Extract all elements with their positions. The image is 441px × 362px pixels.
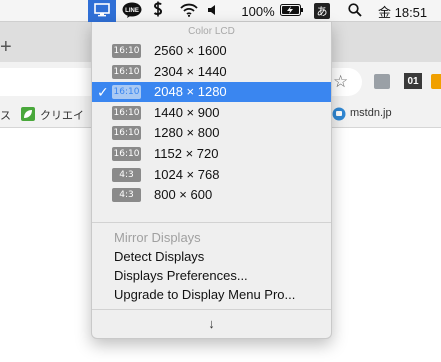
- extension-orange-icon[interactable]: [431, 74, 441, 89]
- input-method-label: あ: [314, 3, 330, 19]
- upgrade-display-menu-pro-item[interactable]: Upgrade to Display Menu Pro...: [114, 286, 329, 304]
- detect-displays-item[interactable]: Detect Displays: [114, 248, 329, 266]
- resolution-label: 800 × 600: [154, 187, 213, 203]
- resolution-label: 1280 × 800: [154, 125, 220, 141]
- resolution-label: 2304 × 1440: [154, 63, 227, 79]
- resolution-item[interactable]: 16:10 1152 × 720: [92, 144, 331, 164]
- resolution-item[interactable]: 16:10 2560 × 1600: [92, 41, 331, 61]
- battery-charging-icon: [280, 3, 304, 19]
- bookmark-partial[interactable]: ス: [0, 107, 11, 123]
- wifi-icon: [180, 3, 198, 20]
- resolution-label: 2560 × 1600: [154, 43, 227, 58]
- extension-chat-icon[interactable]: [374, 74, 390, 89]
- aspect-ratio-badge: 16:10: [112, 126, 141, 141]
- bookmark-mstdn[interactable]: mstdn.jp: [350, 107, 392, 119]
- display-icon: [94, 2, 110, 20]
- aspect-ratio-badge: 16:10: [112, 64, 141, 79]
- input-method-menu-extra[interactable]: あ: [312, 0, 332, 22]
- new-tab-button[interactable]: +: [0, 36, 12, 59]
- bookmark-creator[interactable]: クリエイ: [40, 107, 84, 123]
- resolution-item[interactable]: ✓ 16:10 2048 × 1280: [92, 82, 331, 103]
- mirror-displays-item: Mirror Displays: [114, 230, 201, 245]
- aspect-ratio-badge: 4:3: [112, 167, 141, 182]
- bookmark-star-icon[interactable]: ☆: [333, 72, 348, 92]
- battery-menu-extra[interactable]: [279, 0, 305, 22]
- scroll-down-arrow-icon[interactable]: ↓: [92, 314, 331, 334]
- menubar-clock[interactable]: 金 18:51: [378, 0, 441, 22]
- aspect-ratio-badge: 16:10: [112, 44, 141, 58]
- resolution-label: 2048 × 1280: [154, 84, 227, 100]
- volume-menu-extra[interactable]: [204, 0, 222, 22]
- dollar-icon: [152, 1, 164, 21]
- aspect-ratio-badge: 16:10: [112, 105, 141, 120]
- resolution-item[interactable]: 16:10 1280 × 800: [92, 123, 331, 143]
- display-menu-extra[interactable]: [88, 0, 116, 22]
- spotlight-button[interactable]: [344, 0, 366, 22]
- menu-bar: LINE 100% あ 金 18:51: [0, 0, 441, 22]
- wifi-menu-extra[interactable]: [178, 0, 200, 22]
- aspect-ratio-badge: 16:10: [112, 85, 141, 100]
- line-menu-extra[interactable]: LINE: [121, 0, 143, 22]
- mastodon-icon: [332, 107, 346, 121]
- menu-header-display-name: Color LCD: [188, 26, 235, 37]
- resolution-label: 1152 × 720: [154, 146, 219, 161]
- display-resolution-menu: Color LCD 16:10 2560 × 1600 16:10 2304 × 14…: [91, 22, 332, 339]
- menu-separator: [92, 309, 331, 310]
- extension-01-icon[interactable]: 01: [404, 73, 422, 89]
- svg-text:LINE: LINE: [125, 8, 139, 14]
- dollar-menu-extra[interactable]: [148, 0, 168, 22]
- displays-preferences-item[interactable]: Displays Preferences...: [114, 267, 329, 285]
- volume-icon: [207, 4, 219, 19]
- resolution-label: 1440 × 900: [154, 104, 220, 120]
- aspect-ratio-badge: 16:10: [112, 147, 141, 161]
- battery-percent[interactable]: 100%: [238, 0, 278, 22]
- resolution-item[interactable]: 4:3 1024 × 768: [92, 165, 331, 185]
- aspect-ratio-badge: 4:3: [112, 188, 141, 203]
- line-icon: LINE: [122, 2, 142, 21]
- bookmark-leaf-icon: [21, 107, 35, 121]
- spotlight-search-icon: [348, 2, 362, 20]
- resolution-label: 1024 × 768: [154, 166, 220, 182]
- resolution-item[interactable]: 16:10 1440 × 900: [92, 103, 331, 123]
- checkmark-icon: ✓: [97, 84, 109, 101]
- menu-separator: [92, 222, 331, 223]
- resolution-item[interactable]: 4:3 800 × 600: [92, 185, 331, 205]
- resolution-item[interactable]: 16:10 2304 × 1440: [92, 62, 331, 82]
